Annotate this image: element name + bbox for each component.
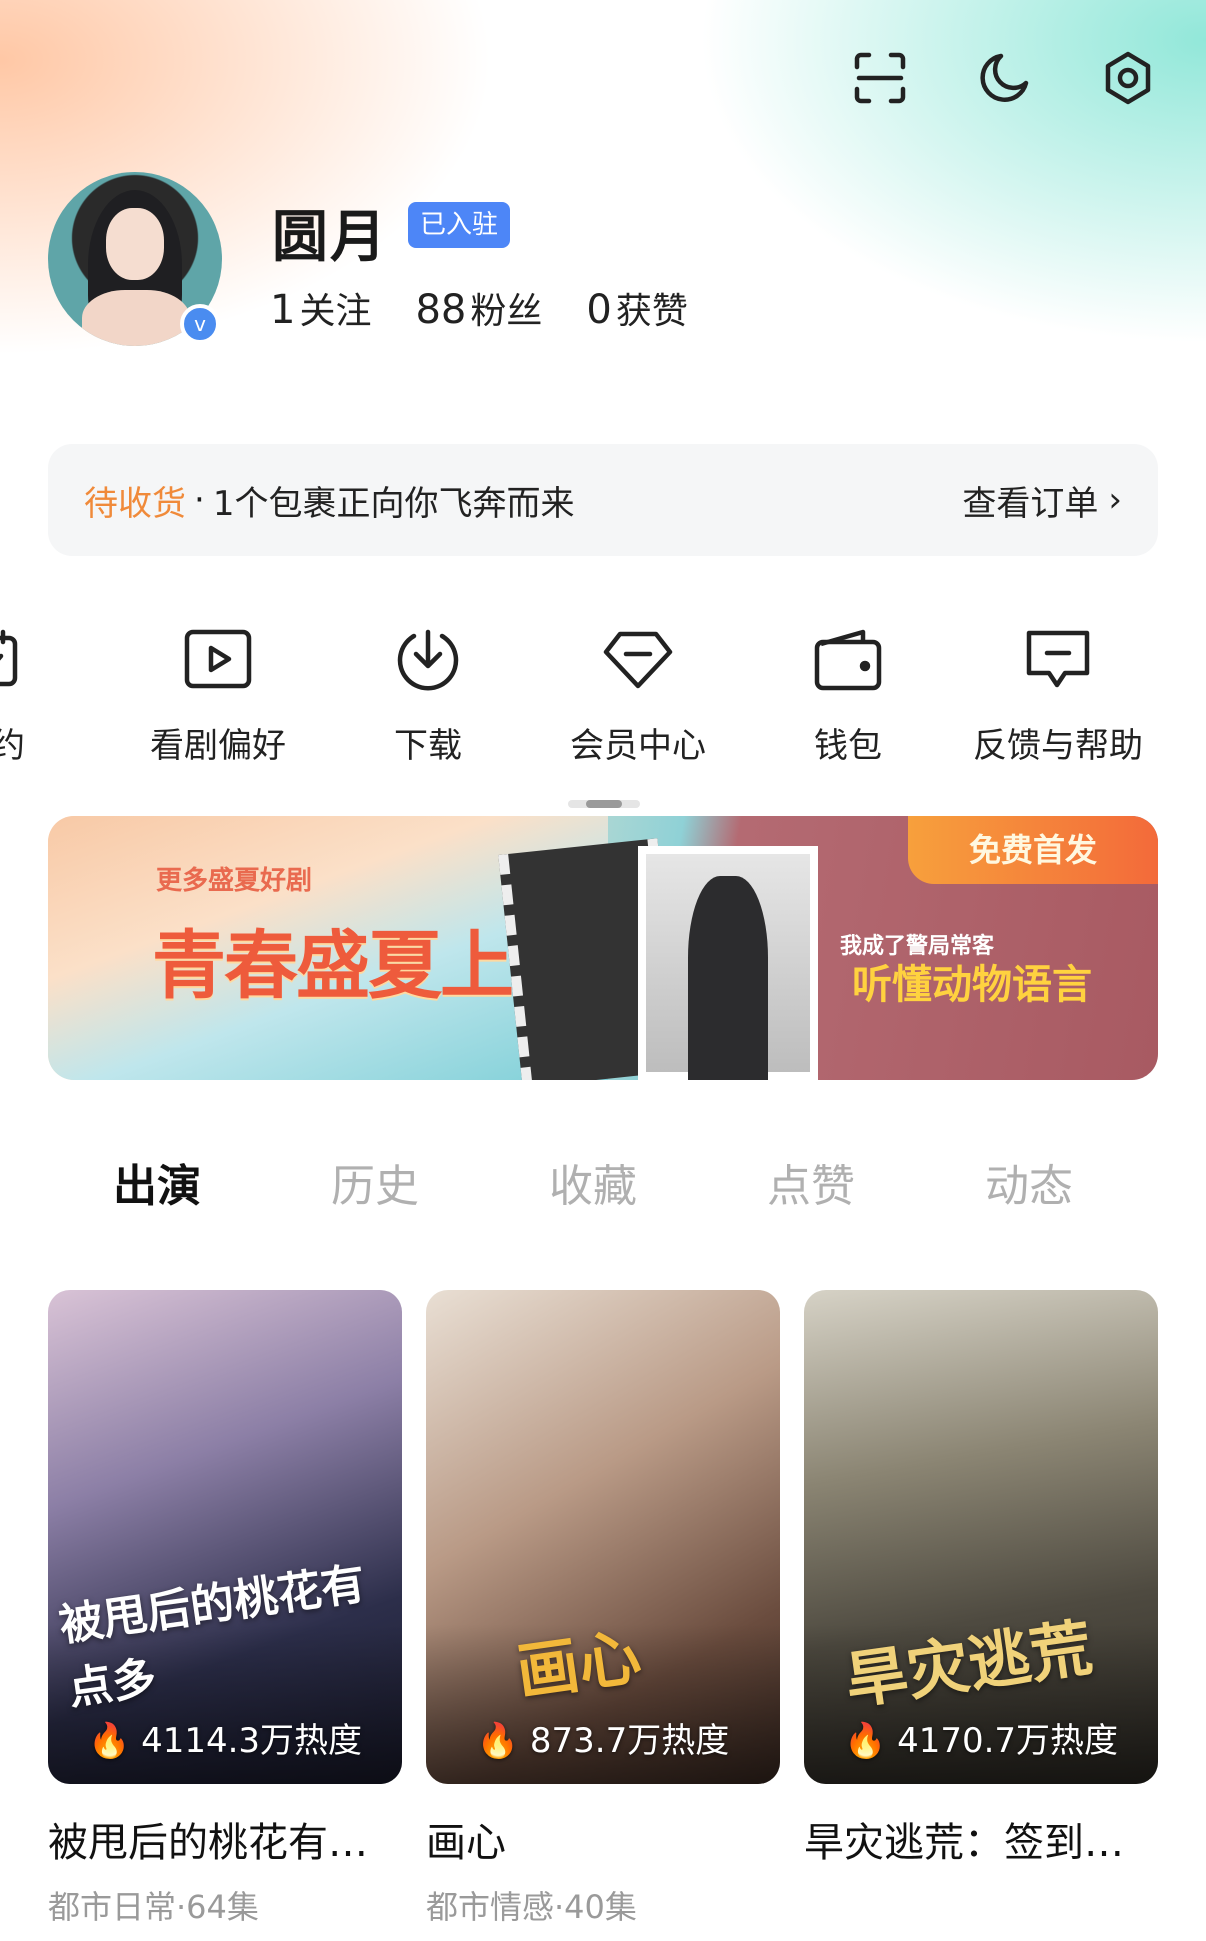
pending-delivery-bar[interactable]: 待收货 · 1个包裹正向你飞奔而来 查看订单 › [48,444,1158,556]
scan-icon[interactable] [852,50,908,106]
diamond-icon [598,620,678,700]
delivery-status: 待收货 [84,483,186,524]
drama-title[interactable]: 画心 [426,1810,780,1868]
profile-stats: 1 关注 88 粉丝 0 获赞 [270,282,688,334]
top-actions [852,50,1156,106]
wallet-icon [808,620,888,700]
download-icon [388,620,468,700]
drama-card[interactable]: 被甩后的桃花有点多 🔥 4114.3万热度 被甩后的桃花有… 都市日常·64集 [48,1290,402,1928]
profile-section: v 圆月 已入驻 1 关注 88 粉丝 0 获赞 [48,172,1158,352]
view-orders-link[interactable]: 查看订单 › [962,476,1122,525]
drama-card-grid: 被甩后的桃花有点多 🔥 4114.3万热度 被甩后的桃花有… 都市日常·64集 … [48,1290,1158,1928]
drama-meta: 都市情感·40集 [426,1888,637,1926]
tab-likes[interactable]: 点赞 [702,1150,920,1220]
heat-count: 🔥 4170.7万热度 [843,1721,1119,1761]
drama-poster[interactable]: 被甩后的桃花有点多 🔥 4114.3万热度 [48,1290,402,1784]
promo-banner[interactable]: 更多盛夏好剧 青春盛夏上红果 免费首发 我成了警局常客 听懂动物语言 [48,816,1158,1080]
shortcut-download[interactable]: 下载 [333,620,523,767]
delivery-message: 1个包裹正向你飞奔而来 [212,483,575,524]
shortcut-watch-preference[interactable]: 看剧偏好 [123,620,313,767]
heat-count: 🔥 4114.3万热度 [87,1721,363,1761]
drama-poster[interactable]: 旱灾逃荒 🔥 4170.7万热度 [804,1290,1158,1784]
drama-title[interactable]: 旱灾逃荒：签到… [804,1810,1158,1868]
banner-right-title: 听懂动物语言 [852,962,1092,1008]
drama-card[interactable]: 旱灾逃荒 🔥 4170.7万热度 旱灾逃荒：签到… [804,1290,1158,1928]
tab-appearances[interactable]: 出演 [48,1150,266,1220]
settings-icon[interactable] [1100,50,1156,106]
shortcut-wallet[interactable]: 钱包 [753,620,943,767]
shortcut-feedback-help[interactable]: 反馈与帮助 [963,620,1153,767]
shortcut-row[interactable]: 预约 看剧偏好 下载 会员中心 钱包 [0,620,1206,770]
banner-ribbon: 免费首发 [908,816,1158,884]
avatar-body [82,290,190,346]
tab-activity[interactable]: 动态 [920,1150,1138,1220]
banner-actress [688,876,768,1080]
stat-likes[interactable]: 0 获赞 [586,282,687,334]
shortcut-member-center[interactable]: 会员中心 [543,620,733,767]
shortcut-scroll-indicator [568,800,640,808]
calendar-icon [0,620,31,700]
shortcut-appointment[interactable]: 预约 [0,620,86,767]
stat-following[interactable]: 1 关注 [270,282,371,334]
play-square-icon [178,620,258,700]
drama-poster[interactable]: 画心 🔥 873.7万热度 [426,1290,780,1784]
content-tabs: 出演 历史 收藏 点赞 动态 [48,1150,1158,1220]
drama-card[interactable]: 画心 🔥 873.7万热度 画心 都市情感·40集 [426,1290,780,1928]
chevron-right-icon: › [1108,480,1122,520]
drama-meta: 都市日常·64集 [48,1888,259,1926]
heat-count: 🔥 873.7万热度 [476,1721,730,1761]
profile-name: 圆月 [272,205,388,270]
verified-badge-icon: v [180,304,220,344]
tab-history[interactable]: 历史 [266,1150,484,1220]
avatar-face [106,208,164,280]
tab-favorites[interactable]: 收藏 [484,1150,702,1220]
poster-title-art: 画心 [512,1619,646,1710]
stat-followers[interactable]: 88 粉丝 [415,282,542,334]
settled-badge[interactable]: 已入驻 [408,202,511,248]
delivery-separator: · [194,480,205,520]
moon-icon[interactable] [976,50,1032,106]
banner-subtitle: 更多盛夏好剧 [156,866,313,896]
feedback-icon [1018,620,1098,700]
drama-title[interactable]: 被甩后的桃花有… [48,1810,402,1868]
